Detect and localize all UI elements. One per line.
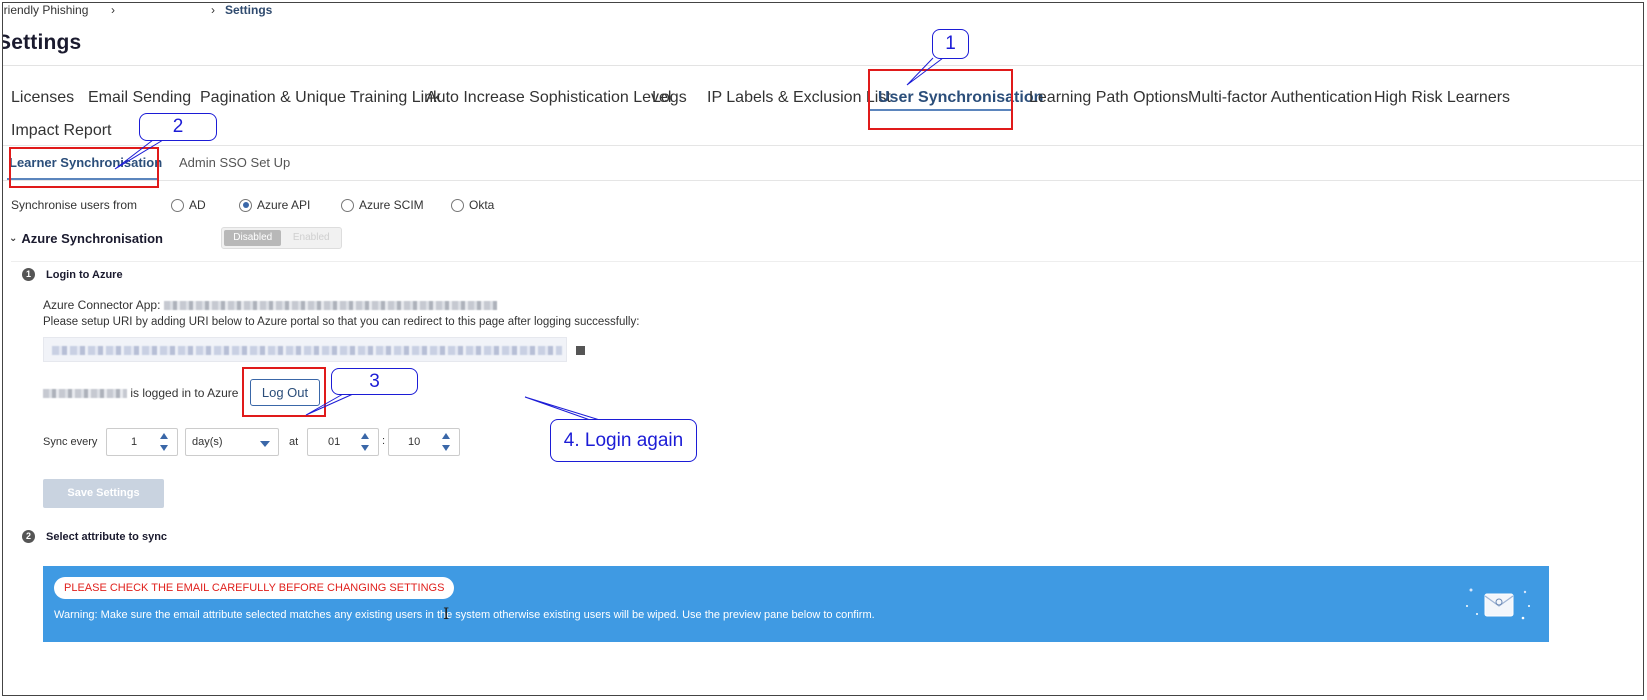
at-label: at bbox=[289, 436, 299, 448]
breadcrumb-item-settings: Settings bbox=[225, 3, 273, 17]
tab-auto-increase[interactable]: Auto Increase Sophistication Level bbox=[426, 89, 671, 107]
tab-mfa[interactable]: Multi-factor Authentication bbox=[1188, 89, 1372, 107]
breadcrumb-separator: › bbox=[211, 3, 215, 17]
logged-in-status: is logged in to Azure bbox=[43, 386, 238, 400]
tab-user-synchronisation[interactable]: User Synchronisation bbox=[878, 89, 1043, 107]
azure-sync-toggle[interactable]: Disabled Enabled bbox=[221, 227, 342, 249]
divider bbox=[3, 145, 1643, 146]
step-number-badge: 1 bbox=[22, 268, 35, 281]
uri-instructions: Please setup URI by adding URI below to … bbox=[43, 316, 640, 328]
connector-app-line: Azure Connector App: bbox=[43, 298, 497, 312]
subtab-learner-synchronisation[interactable]: Learner Synchronisation bbox=[9, 155, 162, 170]
stepper-arrows-icon[interactable] bbox=[442, 433, 451, 453]
tab-ip-labels[interactable]: IP Labels & Exclusion List bbox=[707, 89, 891, 107]
logged-in-text: is logged in to Azure bbox=[130, 386, 239, 400]
log-out-button[interactable]: Log Out bbox=[250, 379, 320, 406]
active-tab-indicator bbox=[869, 109, 1011, 111]
tab-learning-path[interactable]: Learning Path Options bbox=[1029, 89, 1188, 107]
tab-high-risk-learners[interactable]: High Risk Learners bbox=[1374, 89, 1510, 107]
tab-pagination[interactable]: Pagination & Unique Training Link bbox=[200, 89, 441, 107]
annotation-callout-2: 2 bbox=[139, 113, 217, 141]
divider bbox=[3, 65, 1643, 66]
divider bbox=[3, 180, 1643, 181]
breadcrumb-separator: › bbox=[111, 3, 115, 17]
caret-down-icon bbox=[260, 441, 270, 447]
radio-button[interactable] bbox=[171, 198, 184, 212]
settings-window: hriendly Phishing › › Settings Settings … bbox=[2, 2, 1644, 696]
radio-button-selected[interactable] bbox=[239, 198, 252, 212]
hour-value: 01 bbox=[328, 436, 341, 448]
annotation-callout-1: 1 bbox=[932, 29, 969, 59]
redacted-value bbox=[52, 346, 562, 355]
annotation-callout-3: 3 bbox=[331, 368, 418, 395]
interval-stepper[interactable]: 1 bbox=[106, 428, 178, 456]
redacted-value bbox=[163, 301, 497, 311]
minute-value: 10 bbox=[408, 436, 421, 448]
radio-azure-scim[interactable]: Azure SCIM bbox=[341, 198, 424, 212]
page-title: Settings bbox=[2, 31, 82, 54]
radio-ad[interactable]: AD bbox=[171, 198, 206, 212]
step-title: Login to Azure bbox=[46, 269, 123, 281]
annotation-callout-4: 4. Login again bbox=[550, 419, 697, 462]
radio-label: AD bbox=[189, 198, 206, 212]
toggle-enabled-option[interactable]: Enabled bbox=[283, 230, 339, 246]
subtab-admin-sso[interactable]: Admin SSO Set Up bbox=[179, 155, 290, 170]
breadcrumb-item-root[interactable]: hriendly Phishing bbox=[3, 3, 88, 17]
text-cursor-icon: I bbox=[443, 604, 450, 623]
stepper-arrows-icon[interactable] bbox=[160, 433, 169, 453]
minute-stepper[interactable]: 10 bbox=[388, 428, 460, 456]
divider bbox=[11, 261, 1643, 262]
radio-azure-api[interactable]: Azure API bbox=[239, 198, 310, 212]
toggle-disabled-option[interactable]: Disabled bbox=[224, 230, 282, 246]
tab-impact-report[interactable]: Impact Report bbox=[11, 122, 111, 140]
radio-okta[interactable]: Okta bbox=[451, 198, 494, 212]
warning-text: Warning: Make sure the email attribute s… bbox=[54, 609, 875, 621]
unit-value: day(s) bbox=[192, 436, 223, 448]
step-title: Select attribute to sync bbox=[46, 531, 168, 543]
tab-licenses[interactable]: Licenses bbox=[11, 89, 74, 107]
redacted-value bbox=[43, 389, 127, 399]
radio-label: Azure API bbox=[257, 198, 311, 212]
envelope-icon bbox=[1466, 588, 1530, 620]
unit-select[interactable]: day(s) bbox=[185, 428, 279, 456]
stepper-arrows-icon[interactable] bbox=[361, 433, 370, 453]
warning-pill: PLEASE CHECK THE EMAIL CAREFULLY BEFORE … bbox=[54, 577, 455, 599]
sync-every-label: Sync every bbox=[43, 436, 98, 448]
interval-value: 1 bbox=[131, 436, 138, 448]
tab-logs[interactable]: Logs bbox=[652, 89, 687, 107]
radio-label: Azure SCIM bbox=[359, 198, 424, 212]
redirect-uri-field[interactable] bbox=[43, 337, 567, 362]
azure-sync-title: Azure Synchronisation bbox=[21, 231, 163, 246]
radio-button[interactable] bbox=[341, 198, 354, 212]
copy-icon[interactable] bbox=[576, 346, 585, 355]
step-number-badge: 2 bbox=[22, 530, 35, 543]
save-settings-button[interactable]: Save Settings bbox=[43, 479, 164, 508]
chevron-down-icon: ⌄ bbox=[9, 233, 18, 244]
radio-label: Okta bbox=[469, 198, 495, 212]
sync-source-label: Synchronise users from bbox=[11, 198, 138, 212]
warning-panel: PLEASE CHECK THE EMAIL CAREFULLY BEFORE … bbox=[43, 566, 1549, 642]
azure-sync-header[interactable]: ⌄ Azure Synchronisation bbox=[9, 231, 163, 246]
tab-email-sending[interactable]: Email Sending bbox=[88, 89, 191, 107]
connector-app-label: Azure Connector App: bbox=[43, 298, 161, 312]
hour-stepper[interactable]: 01 bbox=[307, 428, 379, 456]
time-separator: : bbox=[382, 435, 386, 447]
radio-button[interactable] bbox=[451, 198, 464, 212]
